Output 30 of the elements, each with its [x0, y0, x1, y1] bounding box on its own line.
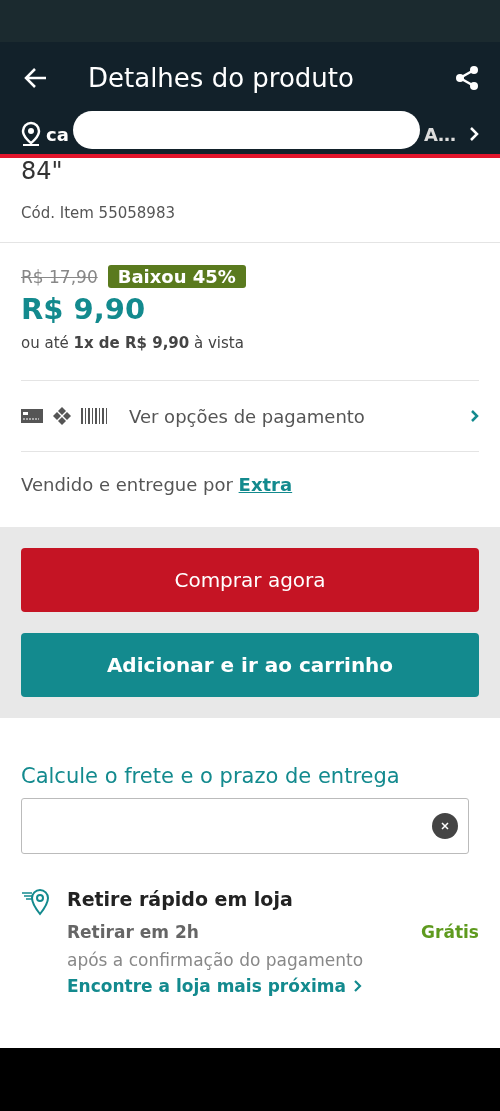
seller-link[interactable]: Extra — [238, 474, 293, 495]
payment-options-link[interactable]: Ver opções de pagamento — [129, 405, 461, 427]
product-title: 84" — [21, 157, 63, 185]
discount-badge: Baixou 45% — [107, 265, 246, 288]
zip-code-field[interactable] — [21, 798, 469, 854]
card-icon — [21, 409, 43, 423]
pickup-time: Retirar em 2h — [67, 922, 199, 942]
seller-text: Vendido e entregue por — [21, 474, 233, 495]
buy-now-button[interactable]: Comprar agora — [21, 548, 479, 612]
back-arrow-icon[interactable] — [24, 66, 48, 90]
share-icon[interactable] — [454, 65, 480, 91]
current-price: R$ 9,90 — [21, 292, 147, 326]
old-price: R$ 17,90 — [21, 266, 98, 287]
find-store-link[interactable]: Encontre a loja mais próxima — [67, 976, 362, 996]
pickup-price: Grátis — [421, 922, 479, 942]
diamond-icon — [53, 407, 71, 425]
pickup-note: após a confirmação do pagamento — [67, 950, 365, 970]
fast-location-pin-icon — [21, 888, 51, 918]
installments-text: ou até 1x de R$ 9,90 à vista — [21, 334, 245, 352]
address-text[interactable]: ca — [46, 123, 69, 145]
address-text[interactable]: A… — [424, 123, 456, 145]
item-code: Cód. Item 55058983 — [21, 204, 176, 224]
chevron-right-icon[interactable] — [468, 126, 480, 142]
clear-icon[interactable] — [432, 813, 458, 839]
add-to-cart-button[interactable]: Adicionar e ir ao carrinho — [21, 633, 479, 697]
location-pin-icon — [20, 121, 42, 147]
page-title: Detalhes do produto — [88, 63, 355, 93]
barcode-icon — [81, 408, 107, 424]
shipping-title: Calcule o frete e o prazo de entrega — [21, 764, 401, 788]
pickup-title: Retire rápido em loja — [67, 888, 294, 910]
